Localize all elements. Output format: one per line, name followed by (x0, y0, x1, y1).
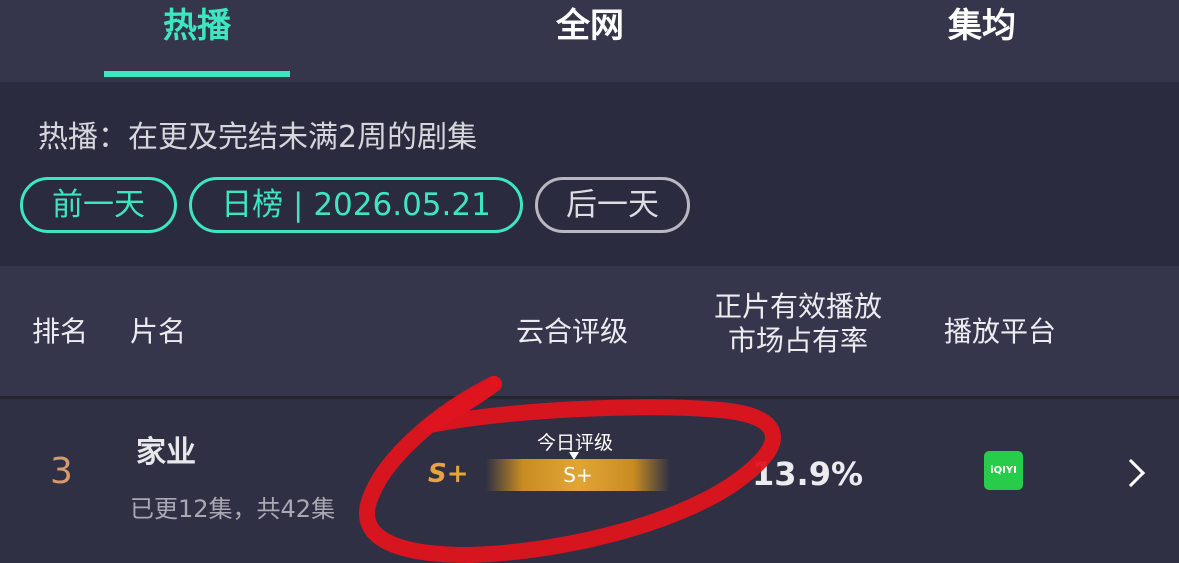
header-market-share: 正片有效播放 市场占有率 (700, 290, 896, 358)
header-rank: 排名 (32, 315, 89, 348)
header-market-share-line2: 市场占有率 (727, 324, 868, 357)
filter-panel: 热播：在更及完结未满2周的剧集 前一天 日榜 | 2026.05.21 后一天 (0, 82, 1179, 266)
row-grade: S+ (428, 459, 469, 489)
header-name: 片名 (130, 315, 187, 348)
row-rank: 3 (50, 451, 73, 492)
prev-day-button[interactable]: 前一天 (20, 177, 177, 233)
today-grade-bar: S+ (486, 459, 670, 491)
table-row[interactable]: 3 家业 已更12集，共42集 S+ 今日评级 S+ 13.9% iQIYI (0, 399, 1179, 563)
tab-hot[interactable]: 热播 (104, 0, 290, 82)
chevron-right-icon[interactable] (1116, 458, 1146, 488)
row-market-share: 13.9% (752, 455, 864, 493)
today-grade-label: 今日评级 (537, 432, 614, 454)
next-day-button[interactable]: 后一天 (535, 177, 690, 233)
header-market-share-line1: 正片有效播放 (713, 290, 882, 323)
active-tab-indicator (104, 71, 290, 77)
tab-episode-average[interactable]: 集均 (890, 0, 1074, 82)
row-episodes: 已更12集，共42集 (130, 495, 336, 523)
date-selector-button[interactable]: 日榜 | 2026.05.21 (189, 177, 523, 233)
today-grade-value: S+ (563, 463, 593, 487)
ranking-description: 热播：在更及完结未满2周的剧集 (38, 120, 478, 155)
iqiyi-logo-icon[interactable]: iQIYI (984, 451, 1023, 490)
header-platform: 播放平台 (944, 315, 1057, 348)
tab-all-network[interactable]: 全网 (500, 0, 680, 82)
table-header: 排名 片名 云合评级 正片有效播放 市场占有率 播放平台 (0, 266, 1179, 396)
header-grade: 云合评级 (516, 315, 629, 348)
top-tab-bar: 热播 全网 集均 (0, 0, 1179, 82)
row-title[interactable]: 家业 (136, 427, 196, 471)
